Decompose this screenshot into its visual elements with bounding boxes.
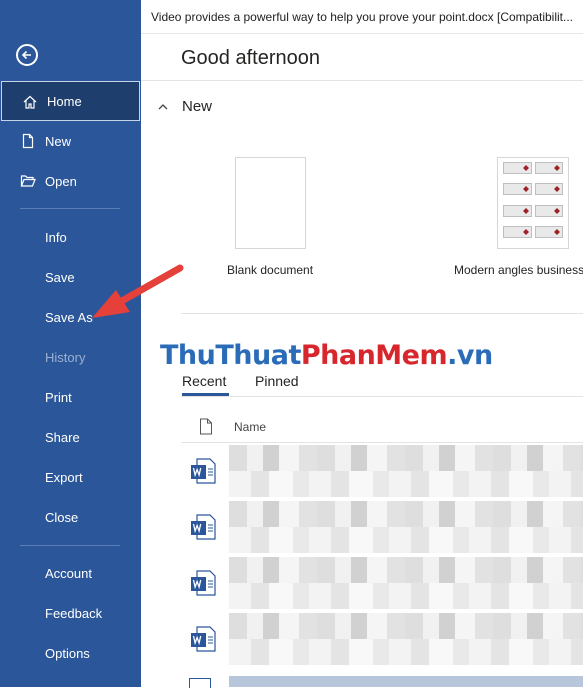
pixelated-file-name: [229, 445, 583, 497]
sidebar-item-label: Account: [45, 565, 92, 581]
sidebar-item-label: Feedback: [45, 605, 103, 621]
sidebar-item-label: Open: [45, 173, 77, 189]
backstage-sidebar: Home New Open Info Save Save As History …: [0, 0, 141, 687]
new-section-heading: New: [182, 98, 213, 115]
pixelated-file-name: [229, 501, 583, 553]
sidebar-item-label: History: [45, 349, 86, 365]
sidebar-item-account[interactable]: Account: [0, 553, 141, 593]
sidebar-item-save[interactable]: Save: [0, 257, 141, 297]
sidebar-item-options[interactable]: Options: [0, 633, 141, 673]
sidebar-item-label: Options: [45, 645, 90, 661]
sidebar-item-print[interactable]: Print: [0, 377, 141, 417]
business-card-preview: [503, 204, 532, 217]
pixelated-file-name: [229, 613, 583, 665]
sidebar-item-label: Save As: [45, 309, 93, 325]
back-button[interactable]: [16, 44, 38, 66]
blank-document-thumbnail[interactable]: [235, 157, 306, 249]
sidebar-item-home[interactable]: Home: [1, 81, 140, 121]
watermark-part: PhanMem: [300, 340, 448, 371]
list-item[interactable]: [181, 499, 583, 555]
sidebar-item-label: Close: [45, 509, 79, 525]
business-card-preview: [503, 183, 532, 196]
file-list-header: Name: [181, 412, 583, 443]
sidebar-item-share[interactable]: Share: [0, 417, 141, 457]
active-tab-indicator: [182, 393, 229, 396]
window-title: Video provides a powerful way to help yo…: [141, 0, 583, 34]
template-label[interactable]: Blank document: [227, 263, 313, 277]
section-divider: [181, 313, 583, 314]
word-document-icon: [191, 458, 216, 484]
sidebar-item-info[interactable]: Info: [0, 217, 141, 257]
business-card-preview: [534, 204, 563, 217]
sidebar-item-label: Home: [47, 93, 82, 109]
tabs-underline: [181, 396, 583, 397]
business-card-preview: [503, 225, 532, 238]
sidebar-item-label: Print: [45, 389, 72, 405]
sidebar-divider: [20, 208, 120, 209]
watermark-part: .vn: [447, 340, 493, 371]
new-document-icon: [22, 133, 34, 149]
sidebar-item-export[interactable]: Export: [0, 457, 141, 497]
chevron-up-icon: [158, 103, 168, 109]
selected-list-item[interactable]: [229, 676, 583, 687]
column-header-name[interactable]: Name: [234, 420, 266, 434]
word-document-icon: [191, 570, 216, 596]
word-document-icon: [191, 514, 216, 540]
list-item[interactable]: [181, 611, 583, 667]
greeting-heading: Good afternoon: [181, 47, 320, 69]
file-type-icon: [200, 418, 212, 435]
list-item[interactable]: [181, 443, 583, 499]
sidebar-item-label: New: [45, 133, 72, 149]
template-label[interactable]: Modern angles business: [454, 263, 583, 277]
tab-recent[interactable]: Recent: [182, 373, 226, 389]
pixelated-file-name: [229, 557, 583, 609]
sidebar-item-new[interactable]: New: [0, 121, 141, 161]
home-icon: [23, 95, 37, 109]
sidebar-divider: [20, 545, 120, 546]
watermark-logo: ThuThuatPhanMem.vn: [160, 340, 493, 371]
watermark-part: ThuThuat: [160, 340, 301, 371]
sidebar-item-label: Export: [45, 469, 83, 485]
business-card-preview: [534, 183, 563, 196]
sidebar-item-open[interactable]: Open: [0, 161, 141, 201]
sidebar-item-close[interactable]: Close: [0, 497, 141, 537]
sidebar-item-history: History: [0, 337, 141, 377]
new-section-toggle[interactable]: New: [158, 98, 212, 115]
business-card-preview: [534, 225, 563, 238]
back-arrow-icon: [21, 50, 31, 60]
sidebar-item-feedback[interactable]: Feedback: [0, 593, 141, 633]
sidebar-item-save-as[interactable]: Save As: [0, 297, 141, 337]
tab-pinned[interactable]: Pinned: [255, 373, 299, 389]
word-document-icon: [191, 626, 216, 652]
sidebar-item-label: Save: [45, 269, 75, 285]
sidebar-item-label: Share: [45, 429, 80, 445]
list-item[interactable]: [181, 555, 583, 611]
open-folder-icon: [20, 175, 36, 187]
business-card-preview: [534, 162, 563, 174]
business-card-preview: [503, 162, 532, 174]
modern-angles-thumbnail[interactable]: [497, 157, 569, 249]
sidebar-item-label: Info: [45, 229, 67, 245]
